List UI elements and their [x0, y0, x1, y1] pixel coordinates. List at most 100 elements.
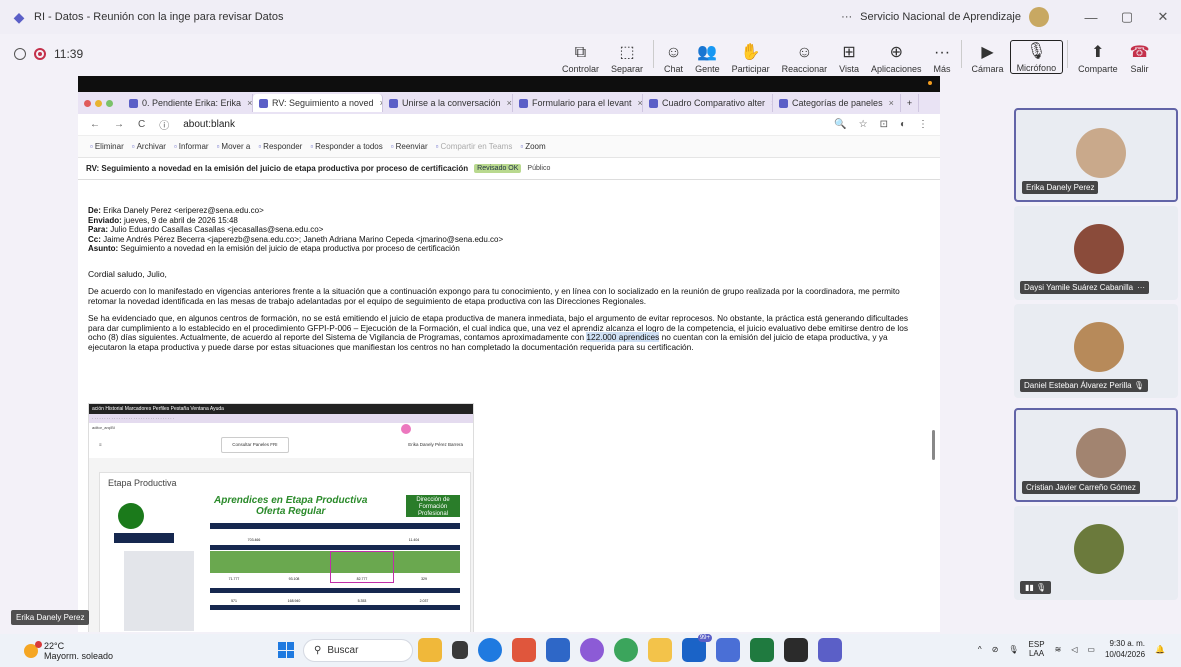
title-bar: ◆ RI - Datos - Reunión con la inge para … — [0, 0, 1181, 34]
controlar-button[interactable]: ⧉ Controlar — [556, 36, 605, 74]
vista-button[interactable]: ⊞ Vista — [833, 36, 865, 74]
participant-tile[interactable]: Cristian Javier Carreño Gómez — [1014, 408, 1178, 502]
participant-tile[interactable]: Daniel Esteban Álvarez Perilla 🎙 — [1014, 304, 1178, 398]
participant-tile[interactable]: Daysi Yamile Suárez Cabanilla ··· — [1014, 206, 1178, 300]
gente-button[interactable]: 👥 Gente — [689, 36, 726, 74]
participant-tile[interactable]: Erika Danely Perez — [1014, 108, 1178, 202]
battery-icon[interactable]: ▭ — [1087, 645, 1095, 654]
language-indicator[interactable]: ESP LAA — [1029, 640, 1045, 658]
volume-icon[interactable]: ◁ — [1071, 645, 1077, 654]
ribbon-mover-a[interactable]: ▫ Mover a — [217, 142, 251, 151]
apps-icon: ⊕ — [889, 44, 903, 61]
ribbon-label: Reenviar — [395, 142, 428, 151]
browser-tab[interactable]: Cuadro Comparativo alter× — [643, 94, 773, 112]
menu-icon[interactable]: ⋮ — [918, 119, 928, 130]
ribbon-responder-a-todos[interactable]: ▫ Responder a todos — [310, 142, 382, 151]
outlook-icon[interactable]: 99+ — [682, 634, 712, 662]
participant-tile[interactable]: ▮▮ 🎙 — [1014, 506, 1178, 600]
chat-button[interactable]: ☺ Chat — [658, 36, 689, 74]
inner-address: aditor_arq/BI — [89, 423, 473, 432]
mic-icon[interactable]: 🎙 — [1008, 645, 1018, 654]
star-icon[interactable]: ☆ — [859, 119, 868, 130]
browser-tab[interactable]: Unirse a la conversación × — [383, 94, 513, 112]
ribbon-eliminar[interactable]: ▫ Eliminar — [90, 142, 124, 151]
network-icon[interactable]: ⊘ — [992, 645, 999, 654]
value-cell: 329 — [421, 577, 427, 581]
back-icon[interactable]: ← — [90, 119, 100, 130]
ribbon-informar[interactable]: ▫ Informar — [174, 142, 209, 151]
app-icon[interactable] — [452, 641, 468, 659]
browser-tab[interactable]: Formulario para el levant × — [513, 94, 643, 112]
notification-icon[interactable]: 🔔 — [1155, 645, 1165, 654]
org-more[interactable]: ··· — [841, 11, 852, 23]
chevron-up-icon[interactable]: ^ — [978, 645, 982, 654]
extensions-icon[interactable]: ⊡ — [880, 119, 888, 130]
taskbar-search[interactable]: ⚲ Buscar — [303, 639, 413, 662]
share-top-bar — [78, 76, 940, 92]
ribbon-responder[interactable]: ▫ Responder — [258, 142, 302, 151]
tool-label: Gente — [695, 64, 720, 74]
browser-icon[interactable] — [478, 638, 502, 662]
close-button[interactable]: ✕ — [1145, 9, 1181, 25]
browser-tab[interactable]: RV: Seguimiento a noved× — [253, 94, 383, 112]
separar-button[interactable]: ⬚ Separar — [605, 36, 649, 74]
minimize-button[interactable]: — — [1073, 10, 1109, 25]
excel-icon[interactable] — [750, 638, 774, 662]
chrome-icon[interactable] — [614, 638, 638, 662]
aplicaciones-button[interactable]: ⊕ Aplicaciones — [865, 36, 928, 74]
app-icon[interactable] — [512, 638, 536, 662]
leave-icon: ☎ — [1129, 44, 1150, 61]
app-icon[interactable] — [546, 638, 570, 662]
wifi-icon[interactable]: ≋ — [1055, 645, 1062, 654]
url-field[interactable]: about:blank — [183, 119, 235, 130]
info-icon: ⓘ — [159, 121, 170, 132]
salir-button[interactable]: ☎ Salir — [1124, 36, 1156, 74]
tab-favicon-icon — [519, 98, 528, 108]
new-tab-button[interactable]: + — [901, 94, 920, 112]
browser-tab[interactable]: 0. Pendiente Erika: Erika × — [123, 94, 253, 112]
reload-icon[interactable]: C — [138, 119, 145, 130]
app-icon[interactable] — [418, 638, 442, 662]
close-tab-icon[interactable]: × — [247, 98, 252, 108]
micrófono-button[interactable]: 🎙 Micrófono — [1009, 40, 1064, 74]
avatar — [1074, 524, 1124, 574]
participant-name: Daysi Yamile Suárez Cabanilla ··· — [1020, 281, 1150, 294]
ribbon-compartir-en-teams[interactable]: ▫ Compartir en Teams — [436, 142, 513, 151]
close-tab-icon[interactable]: × — [889, 98, 894, 108]
cámara-button[interactable]: ▶ Cámara — [966, 36, 1010, 74]
window-controls[interactable] — [84, 99, 113, 107]
folder-icon[interactable] — [648, 638, 672, 662]
paragraph-2: Se ha evidenciado que, en algunos centro… — [88, 313, 909, 352]
scrollbar[interactable] — [932, 430, 935, 460]
start-button[interactable] — [278, 642, 294, 658]
window-title: RI - Datos - Reunión con la inge para re… — [34, 11, 284, 23]
app-icon[interactable] — [580, 638, 604, 662]
ribbon-zoom[interactable]: ▫ Zoom — [520, 142, 545, 151]
forward-icon[interactable]: → — [114, 119, 124, 130]
category-badge[interactable]: Revisado OK — [474, 164, 522, 173]
browser-tab[interactable]: Categorías de paneles × — [773, 94, 901, 112]
app-icon[interactable] — [716, 638, 740, 662]
zoom-icon[interactable]: 🔍 — [834, 119, 846, 130]
más-button[interactable]: ··· Más — [928, 36, 957, 74]
ribbon-label: Responder — [263, 142, 303, 151]
app-icon[interactable] — [784, 638, 808, 662]
profile-icon[interactable]: ◐ — [900, 119, 906, 130]
profile-avatar[interactable] — [1029, 7, 1049, 27]
ribbon-reenviar[interactable]: ▫ Reenviar — [391, 142, 428, 151]
participar-button[interactable]: ✋ Participar — [726, 36, 776, 74]
weather-text: Mayorm. soleado — [44, 650, 114, 661]
inner-dropdown: Consultar Paneles FRI — [221, 437, 289, 453]
comparte-button[interactable]: ⬆ Comparte — [1072, 36, 1124, 74]
restore-button[interactable]: ▢ — [1109, 9, 1145, 25]
clock[interactable]: 9:30 a. m. 10/04/2026 — [1105, 638, 1145, 660]
teams-icon[interactable] — [818, 638, 842, 662]
chat-icon: ☺ — [665, 44, 682, 61]
reaccionar-button[interactable]: ☺ Reaccionar — [776, 36, 834, 74]
tab-label: Formulario para el levant — [532, 98, 632, 108]
close-tab-icon[interactable]: × — [507, 98, 512, 108]
inner-header: ≡ Consultar Paneles FRI Erika Danely Pér… — [89, 432, 473, 458]
weather-widget[interactable]: 22°C Mayorm. soleado — [24, 640, 114, 661]
ribbon-archivar[interactable]: ▫ Archivar — [132, 142, 166, 151]
shield-icon[interactable] — [14, 48, 26, 60]
